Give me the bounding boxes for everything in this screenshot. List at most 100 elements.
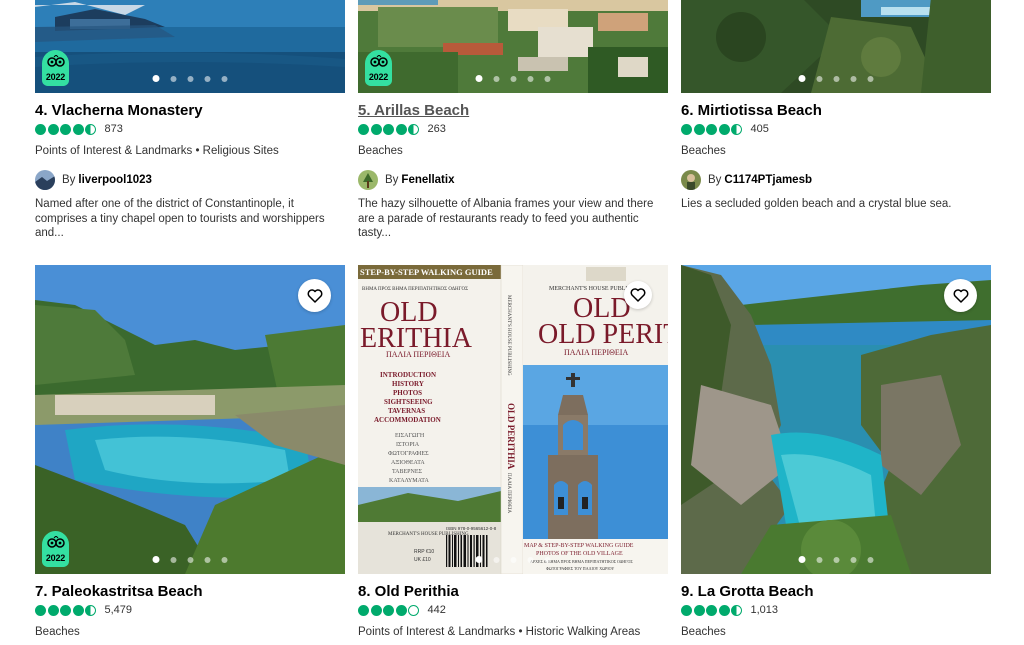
review-count[interactable]: 5,479 — [105, 604, 133, 616]
rating-bubbles: 873 — [35, 123, 345, 135]
carousel-dot[interactable] — [544, 75, 551, 82]
carousel-dot[interactable] — [475, 75, 483, 82]
carousel-dot[interactable] — [221, 556, 228, 563]
carousel-dot[interactable] — [867, 556, 874, 563]
carousel-dot[interactable] — [170, 556, 177, 563]
save-heart-button[interactable] — [624, 281, 652, 309]
attraction-category: Beaches — [358, 145, 403, 157]
book-footer-line1: MAP & STEP-BY-STEP WALKING GUIDE — [524, 543, 634, 549]
attraction-title[interactable]: 8. Old Perithia — [358, 582, 668, 601]
attraction-title[interactable]: 4. Vlacherna Monastery — [35, 101, 345, 120]
author-name[interactable]: C1174PTjamesb — [724, 174, 812, 186]
carousel-dot[interactable] — [833, 556, 840, 563]
rating-bubble-full — [358, 123, 369, 135]
carousel-dot[interactable] — [187, 75, 194, 82]
attraction-card-mirtiotissa[interactable]: 6. Mirtiotissa Beach 405 Beaches By C117… — [681, 0, 991, 212]
book-back-greek: ΠΑΛΙΑ ΠΕΡΙΘΕΙΑ — [564, 348, 628, 357]
carousel-dots[interactable] — [152, 556, 228, 563]
carousel-dot[interactable] — [798, 556, 806, 563]
carousel-dot[interactable] — [221, 75, 228, 82]
book-spine-publisher: MERCHANT'S HOUSE PUBLISHING — [506, 295, 511, 376]
attraction-photo[interactable]: 2022 — [358, 0, 668, 93]
carousel-dot[interactable] — [850, 75, 857, 82]
save-heart-button[interactable] — [944, 279, 977, 312]
author-name[interactable]: Fenellatix — [401, 174, 454, 186]
carousel-dot[interactable] — [850, 556, 857, 563]
attraction-photo[interactable]: 2022 — [35, 265, 345, 574]
review-author: By liverpool1023 — [35, 170, 345, 190]
book-isbn: ISBN 978-0-9565612-0-8 — [446, 526, 497, 531]
carousel-dots[interactable] — [152, 75, 228, 82]
carousel-dot[interactable] — [475, 556, 483, 563]
carousel-dot[interactable] — [152, 75, 160, 82]
attraction-category: Points of Interest & Landmarks • Histori… — [358, 626, 641, 638]
rating-bubble-full — [370, 123, 382, 135]
review-count[interactable]: 442 — [428, 604, 446, 616]
attraction-card-old-perithia[interactable]: STEP-BY-STEP WALKING GUIDE ΒΗΜΑ ΠΡΟΣ ΒΗΜ… — [358, 265, 668, 640]
carousel-dot[interactable] — [510, 556, 517, 563]
carousel-dot[interactable] — [816, 75, 823, 82]
rating-bubble-full — [383, 123, 394, 135]
carousel-dot[interactable] — [527, 75, 534, 82]
carousel-dot[interactable] — [187, 556, 194, 563]
attraction-card-la-grotta[interactable]: 9. La Grotta Beach 1,013 Beaches — [681, 265, 991, 640]
attraction-card-arillas[interactable]: 2022 5. Arillas Beach 263 Beaches By Fen… — [358, 0, 668, 241]
rating-bubble-full — [395, 123, 407, 135]
attraction-title[interactable]: 5. Arillas Beach — [358, 101, 668, 120]
attraction-category: Beaches — [681, 145, 726, 157]
rating-bubble-full — [35, 123, 46, 135]
rating-bubble-full — [718, 123, 730, 135]
save-heart-button[interactable] — [298, 279, 331, 312]
owl-icon — [369, 55, 388, 67]
review-count[interactable]: 1,013 — [751, 604, 779, 616]
attraction-photo[interactable] — [681, 0, 991, 93]
attraction-photo[interactable] — [681, 265, 991, 574]
author-name[interactable]: liverpool1023 — [78, 174, 152, 186]
avatar[interactable] — [35, 170, 55, 190]
attraction-card-paleokastritsa[interactable]: 2022 7. Paleokastritsa Beach 5,479 Beach… — [35, 265, 345, 640]
carousel-dot[interactable] — [798, 75, 806, 82]
travelers-choice-badge: 2022 — [42, 50, 69, 86]
book-footer-line4: ΦΩΤΟΓΡΑΦΙΕΣ ΤΟΥ ΠΑΛΙΟΥ ΧΩΡΙΟΥ — [546, 566, 614, 571]
review-count[interactable]: 405 — [751, 123, 769, 135]
attraction-title[interactable]: 6. Mirtiotissa Beach — [681, 101, 991, 120]
carousel-dot[interactable] — [493, 556, 500, 563]
rating-bubble-full — [693, 123, 705, 135]
carousel-dot[interactable] — [510, 75, 517, 82]
carousel-dots[interactable] — [798, 556, 874, 563]
review-snippet: Lies a secluded golden beach and a cryst… — [681, 198, 952, 210]
carousel-dot[interactable] — [204, 75, 211, 82]
carousel-dot[interactable] — [493, 75, 500, 82]
attraction-category: Beaches — [35, 626, 80, 638]
carousel-dots[interactable] — [475, 556, 551, 563]
carousel-dot[interactable] — [544, 556, 551, 563]
carousel-dots[interactable] — [798, 75, 874, 82]
photo-cove — [681, 265, 991, 574]
carousel-dot[interactable] — [152, 556, 160, 563]
rating-bubble-half — [85, 604, 96, 616]
photo-bay — [35, 265, 345, 574]
avatar[interactable] — [358, 170, 378, 190]
carousel-dot[interactable] — [867, 75, 874, 82]
attraction-photo[interactable]: STEP-BY-STEP WALKING GUIDE ΒΗΜΑ ΠΡΟΣ ΒΗΜ… — [358, 265, 668, 574]
avatar[interactable] — [681, 170, 701, 190]
carousel-dot[interactable] — [833, 75, 840, 82]
book-spine-greek: ΠΑΛΙΑ ΠΕΡΙΘΕΙΑ — [506, 473, 511, 514]
attraction-photo[interactable]: 2022 — [35, 0, 345, 93]
book-publisher-small: MERCHANT'S HOUSE PUBLISHING — [388, 532, 469, 537]
attraction-card-vlacherna[interactable]: 2022 4. Vlacherna Monastery 873 Points o… — [35, 0, 345, 241]
carousel-dot[interactable] — [816, 556, 823, 563]
rating-bubble-half — [731, 123, 742, 135]
attraction-title[interactable]: 9. La Grotta Beach — [681, 582, 991, 601]
rating-bubble-full — [72, 604, 84, 616]
attraction-title[interactable]: 7. Paleokastritsa Beach — [35, 582, 345, 601]
book-contents-4: TAVERNAS — [388, 407, 425, 415]
review-count[interactable]: 873 — [105, 123, 123, 135]
rating-bubble-full — [47, 123, 59, 135]
carousel-dot[interactable] — [204, 556, 211, 563]
carousel-dot[interactable] — [527, 556, 534, 563]
carousel-dot[interactable] — [170, 75, 177, 82]
carousel-dots[interactable] — [475, 75, 551, 82]
book-contents-5: ACCOMMODATION — [374, 416, 441, 424]
review-count[interactable]: 263 — [428, 123, 446, 135]
